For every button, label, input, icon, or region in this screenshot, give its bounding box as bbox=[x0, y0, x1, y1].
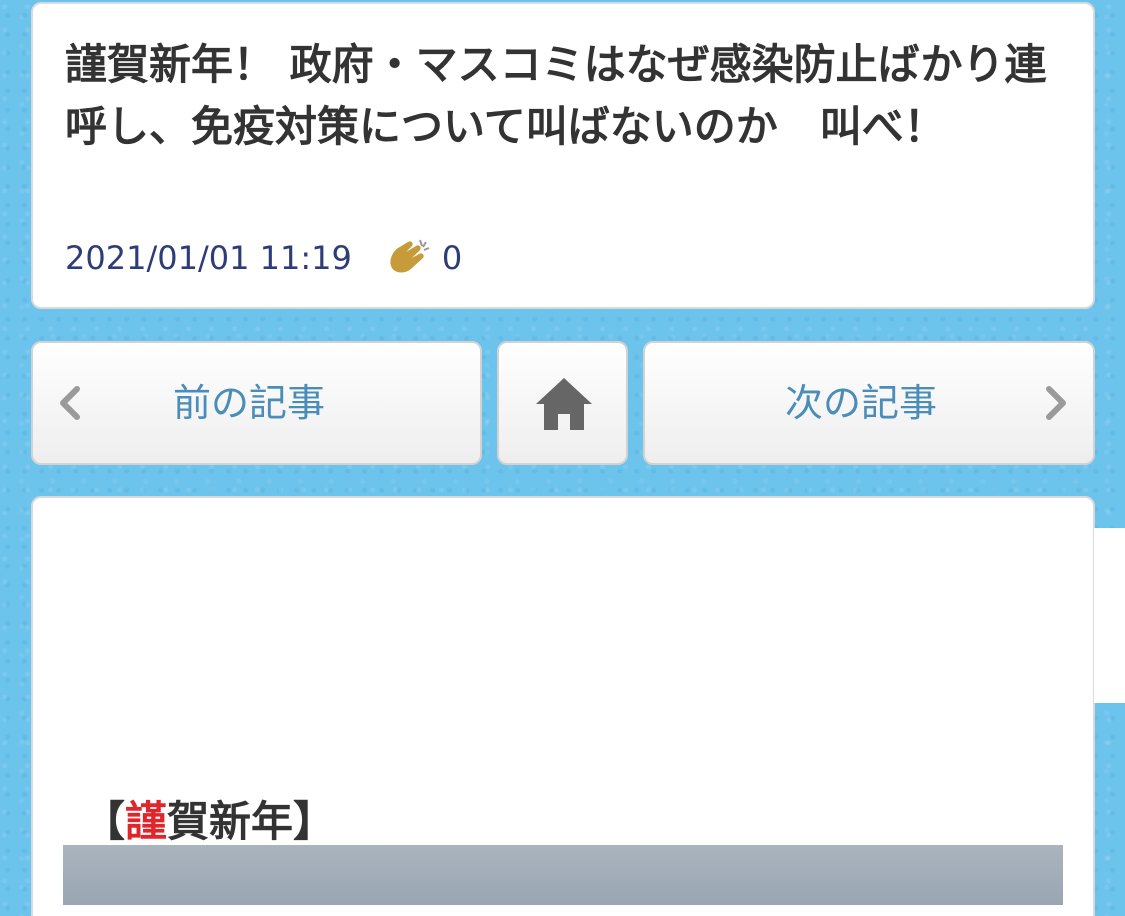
clap-icon[interactable] bbox=[386, 238, 432, 278]
content-heading-red: 謹 bbox=[125, 797, 168, 846]
content-heading-close: 】 bbox=[293, 797, 336, 846]
prev-article-label: 前の記事 bbox=[173, 381, 326, 425]
post-title: 謹賀新年！ 政府・マスコミはなぜ感染防止ばかり連呼し、免疫対策について叫ばないの… bbox=[65, 40, 1047, 151]
chevron-left-icon bbox=[60, 386, 80, 420]
post-content-card: 【謹賀新年】 bbox=[31, 496, 1095, 916]
content-image bbox=[63, 845, 1063, 905]
clap-count: 0 bbox=[441, 239, 463, 277]
prev-article-button[interactable]: 前の記事 bbox=[31, 341, 482, 465]
content-heading-rest: 賀新年 bbox=[167, 797, 294, 846]
home-button[interactable] bbox=[497, 341, 628, 465]
next-article-label: 次の記事 bbox=[785, 381, 938, 425]
post-meta: 2021/01/01 11:19 0 bbox=[65, 234, 462, 282]
next-article-button[interactable]: 次の記事 bbox=[643, 341, 1095, 465]
chevron-right-icon bbox=[1046, 386, 1066, 420]
content-heading: 【謹賀新年】 bbox=[83, 788, 335, 849]
post-header-card: 謹賀新年！ 政府・マスコミはなぜ感染防止ばかり連呼し、免疫対策について叫ばないの… bbox=[31, 2, 1095, 309]
post-datetime: 2021/01/01 11:19 bbox=[65, 239, 352, 277]
content-heading-open: 【 bbox=[83, 797, 126, 846]
home-icon bbox=[536, 378, 592, 430]
ad-slot bbox=[1094, 528, 1125, 703]
